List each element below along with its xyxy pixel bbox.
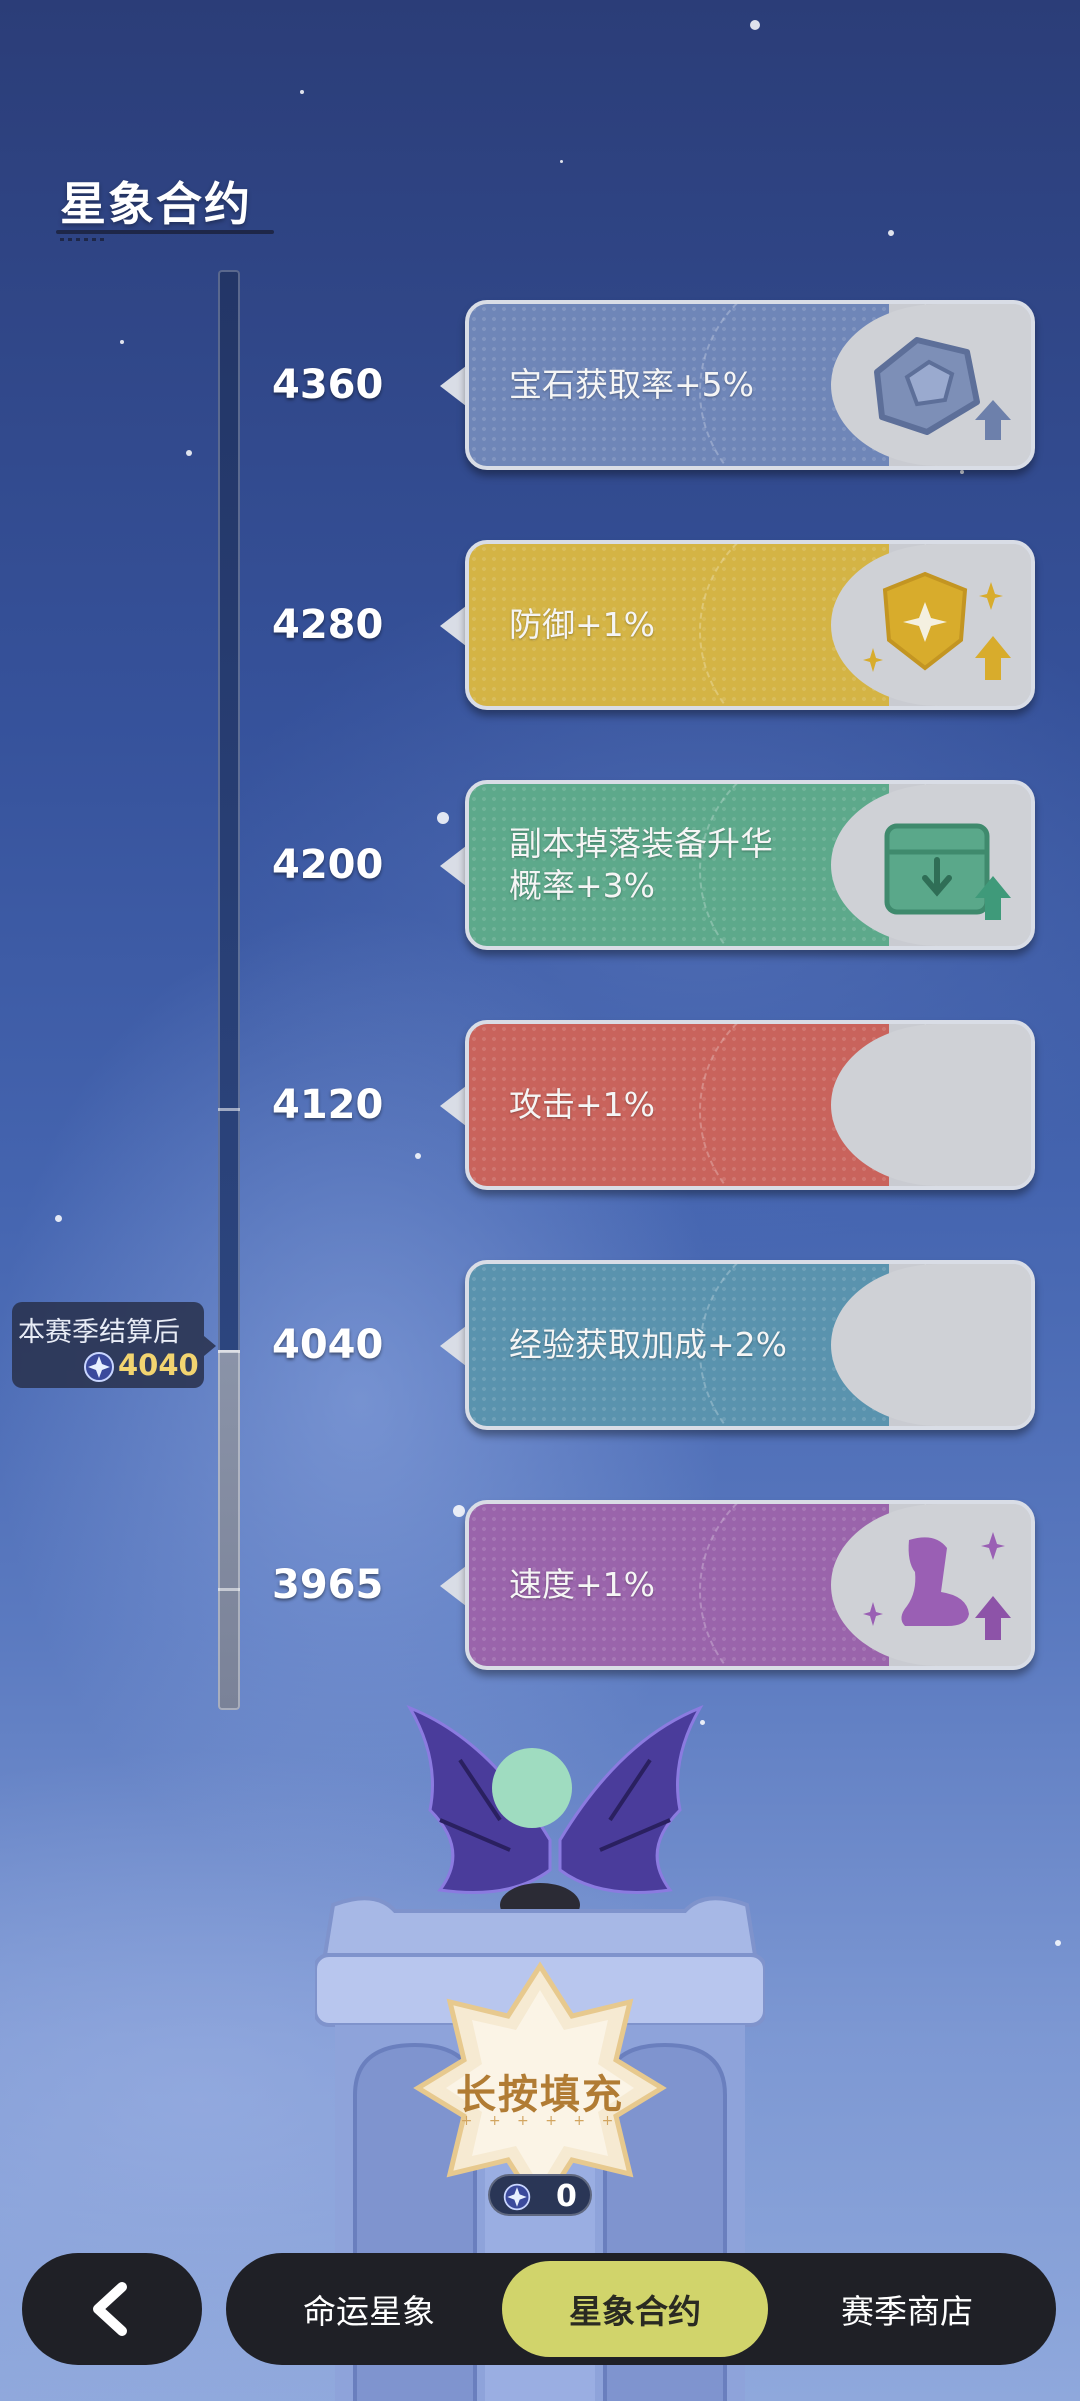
back-button[interactable] bbox=[22, 2253, 202, 2365]
progress-tick bbox=[218, 1588, 240, 1591]
reward-card[interactable]: 经验获取加成+2% bbox=[465, 1260, 1035, 1430]
star-orb-icon bbox=[503, 2183, 531, 2211]
tier-value: 4120 bbox=[272, 1082, 384, 1128]
season-value: 4040 bbox=[118, 1348, 199, 1382]
card-pointer bbox=[440, 366, 466, 406]
card-pointer bbox=[440, 606, 466, 646]
progress-tick bbox=[218, 1108, 240, 1111]
season-label: 本赛季结算后 bbox=[18, 1317, 180, 1348]
reward-text: 经验获取加成+2% bbox=[509, 1325, 788, 1364]
reward-text: 防御+1% bbox=[509, 605, 656, 644]
currency-count: 0 bbox=[488, 2174, 592, 2216]
card-pointer bbox=[440, 1566, 466, 1606]
card-pointer bbox=[440, 846, 466, 886]
tab-season-shop[interactable]: 赛季商店 bbox=[774, 2261, 1040, 2357]
reward-card[interactable]: 副本掉落装备升华 概率+3% bbox=[465, 780, 1035, 950]
card-icon-area bbox=[831, 1024, 1031, 1186]
fill-button-label: 长按填充 bbox=[456, 2072, 624, 2118]
star-orb-icon bbox=[84, 1352, 114, 1382]
tier-value: 4200 bbox=[272, 842, 384, 888]
tier-value: 3965 bbox=[272, 1562, 384, 1608]
card-icon-area bbox=[831, 1264, 1031, 1426]
tier-value: 4360 bbox=[272, 362, 384, 408]
progress-fill bbox=[218, 1350, 240, 1710]
reward-text: 攻击+1% bbox=[509, 1085, 656, 1124]
season-settlement-badge: 本赛季结算后 4040 bbox=[12, 1302, 216, 1388]
page-title: 星象合约 bbox=[60, 177, 252, 231]
tab-star-contract[interactable]: 星象合约 bbox=[502, 2261, 768, 2357]
reward-card[interactable]: 防御+1% bbox=[465, 540, 1035, 710]
reward-text: 副本掉落装备升华 概率+3% bbox=[509, 824, 773, 905]
shield-upgrade-icon bbox=[863, 571, 1011, 680]
currency-count-value: 0 bbox=[556, 2179, 577, 2214]
tab-bar: 命运星象 星象合约 赛季商店 bbox=[226, 2253, 1056, 2365]
reward-card[interactable]: 攻击+1% bbox=[465, 1020, 1035, 1190]
card-pointer bbox=[440, 1086, 466, 1126]
reward-card[interactable]: 速度+1% bbox=[465, 1500, 1035, 1670]
tier-value: 4040 bbox=[272, 1322, 384, 1368]
card-pointer bbox=[440, 1326, 466, 1366]
progress-tick bbox=[218, 1350, 240, 1353]
reward-text: 宝石获取率+5% bbox=[509, 365, 755, 404]
gem-upgrade-icon bbox=[874, 337, 1011, 440]
reward-text: 速度+1% bbox=[509, 1565, 656, 1604]
reward-card[interactable]: 宝石获取率+5% bbox=[465, 300, 1035, 470]
tab-fate-stars[interactable]: 命运星象 bbox=[236, 2261, 502, 2357]
tier-value: 4280 bbox=[272, 602, 384, 648]
chevron-left-icon bbox=[93, 2282, 127, 2336]
boot-upgrade-icon bbox=[863, 1532, 1011, 1640]
title-dots bbox=[60, 238, 108, 241]
fill-button-dots: + + + + + + bbox=[460, 2113, 620, 2129]
title-underline bbox=[56, 230, 274, 234]
box-upgrade-icon bbox=[884, 823, 1011, 920]
